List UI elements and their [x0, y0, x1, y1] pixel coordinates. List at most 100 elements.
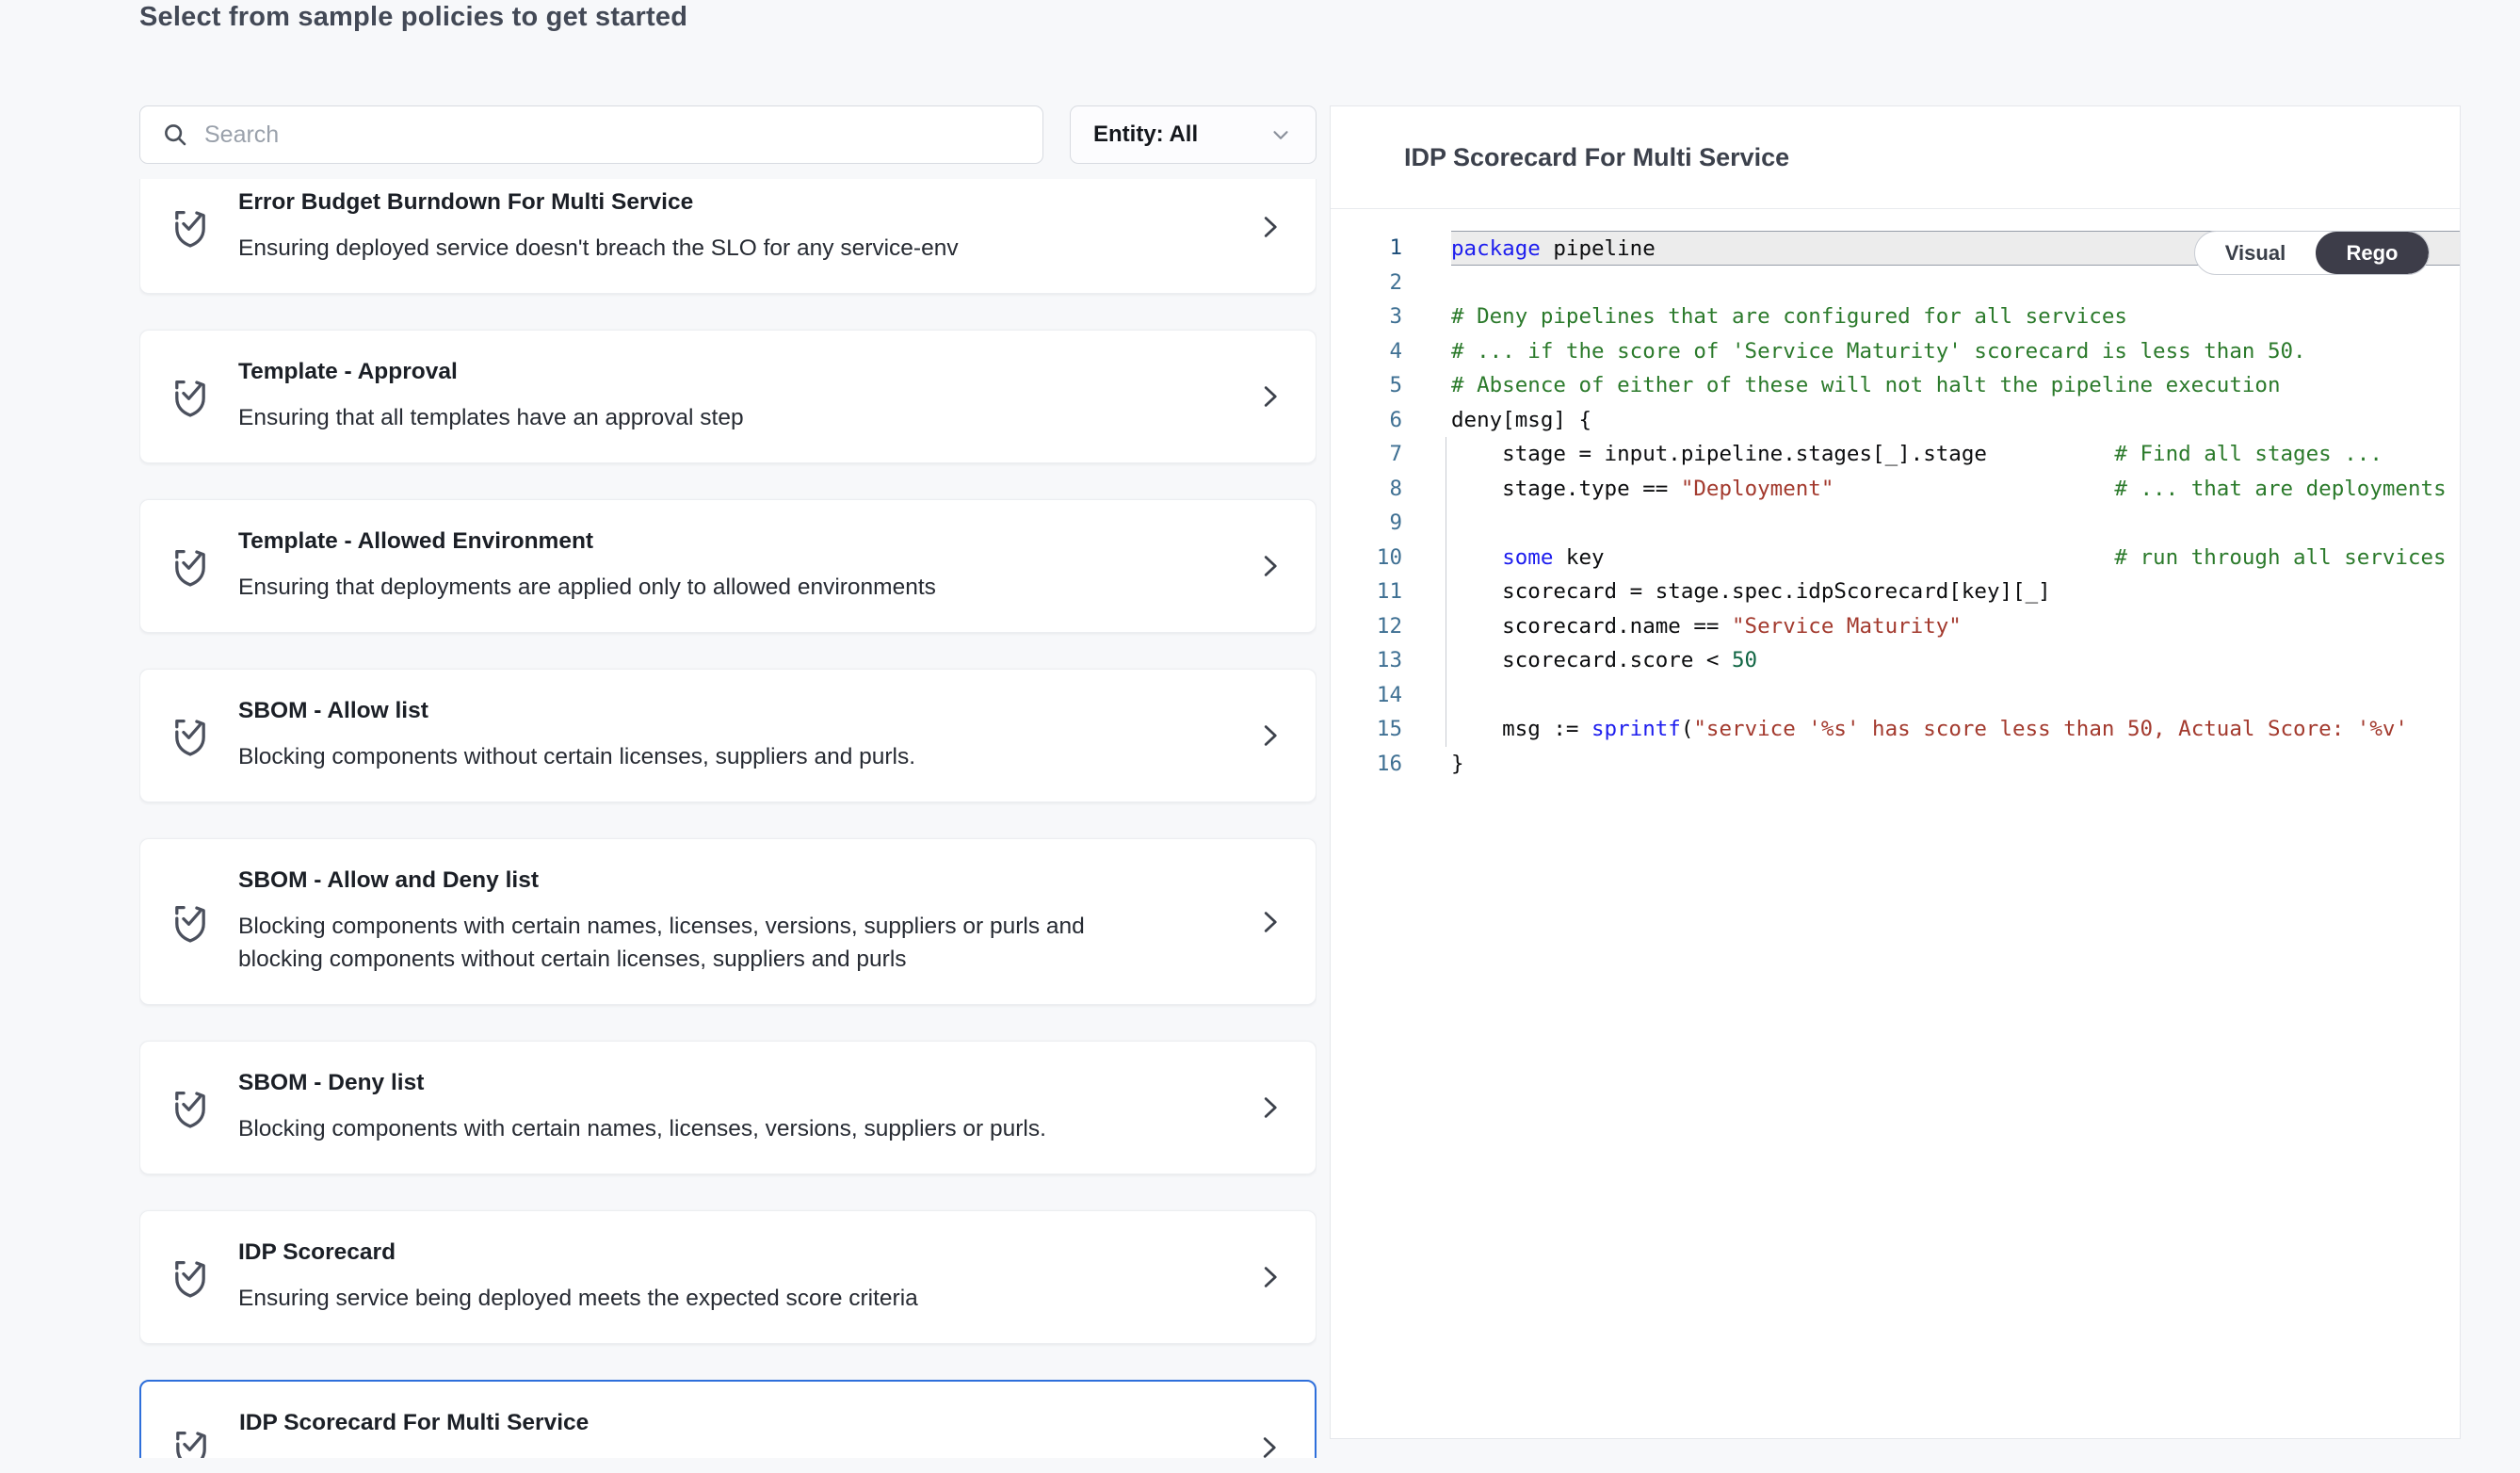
code-line: 10 some key # run through all services — [1331, 541, 2460, 575]
policy-card-text: Error Budget Burndown For Multi Service … — [238, 189, 1225, 265]
code-text: scorecard.score < 50 — [1451, 643, 2460, 678]
chevron-right-icon[interactable] — [1252, 550, 1284, 582]
line-number: 13 — [1331, 643, 1402, 678]
policy-title: IDP Scorecard — [238, 1239, 1225, 1266]
tab-rego[interactable]: Rego — [2316, 232, 2429, 274]
policy-description: Blocking components without certain lice… — [238, 740, 1090, 773]
page-title: Select from sample policies to get start… — [139, 0, 687, 38]
chevron-right-icon[interactable] — [1251, 1432, 1283, 1458]
code-text: # ... if the score of 'Service Maturity'… — [1451, 334, 2460, 369]
policy-card[interactable]: Template - Allowed Environment Ensuring … — [139, 499, 1317, 633]
shield-check-icon — [169, 1251, 212, 1303]
search-icon — [161, 121, 189, 149]
policy-title: Template - Allowed Environment — [238, 528, 1225, 555]
policy-browser: Entity: All Error Budget Burndown For Mu… — [139, 105, 1317, 1458]
policy-description: Blocking components with certain names, … — [238, 1112, 1090, 1145]
shield-check-icon — [169, 1081, 212, 1134]
policy-list: Error Budget Burndown For Multi Service … — [139, 179, 1317, 1458]
entity-filter-label: Entity: All — [1093, 121, 1198, 148]
policy-card-text: Template - Allowed Environment Ensuring … — [238, 528, 1225, 604]
line-number: 4 — [1331, 334, 1402, 369]
policy-title: IDP Scorecard For Multi Service — [239, 1410, 1224, 1436]
chevron-right-icon[interactable] — [1252, 1092, 1284, 1124]
code-line: 6 deny[msg] { — [1331, 403, 2460, 438]
code-line: 15 msg := sprintf("service '%s' has scor… — [1331, 712, 2460, 747]
shield-check-icon — [169, 709, 212, 762]
chevron-right-icon[interactable] — [1252, 1261, 1284, 1293]
line-number: 7 — [1331, 437, 1402, 472]
line-number: 2 — [1331, 266, 1402, 300]
shield-check-icon — [170, 1421, 213, 1458]
policy-card-text: SBOM - Allow list Blocking components wi… — [238, 698, 1225, 773]
policy-title: Error Budget Burndown For Multi Service — [238, 189, 1225, 216]
code-text — [1451, 678, 2460, 713]
policy-card-text: SBOM - Allow and Deny list Blocking comp… — [238, 867, 1225, 976]
code-line: 7 stage = input.pipeline.stages[_].stage… — [1331, 437, 2460, 472]
code-editor: 1package pipeline23# Deny pipelines that… — [1331, 209, 2460, 781]
shield-check-icon — [169, 896, 212, 948]
line-number: 14 — [1331, 678, 1402, 713]
chevron-right-icon[interactable] — [1252, 720, 1284, 752]
policy-detail-title: IDP Scorecard For Multi Service — [1404, 143, 1789, 172]
code-text: } — [1451, 747, 2460, 782]
policy-title: Template - Approval — [238, 359, 1225, 385]
policy-description: Ensuring service being deployed meets th… — [238, 1282, 1090, 1315]
entity-filter-dropdown[interactable]: Entity: All — [1070, 105, 1317, 164]
policy-title: SBOM - Allow and Deny list — [238, 867, 1225, 894]
line-number: 16 — [1331, 747, 1402, 782]
policy-card[interactable]: IDP Scorecard For Multi Service Ensuring… — [139, 1380, 1317, 1458]
policy-description: Ensuring that deployments are applied on… — [238, 571, 1090, 604]
line-number: 15 — [1331, 712, 1402, 747]
code-line: 3# Deny pipelines that are configured fo… — [1331, 299, 2460, 334]
code-text: scorecard.name == "Service Maturity" — [1451, 609, 2460, 644]
line-number: 9 — [1331, 506, 1402, 541]
policy-description: Ensuring that all templates have an appr… — [238, 401, 1090, 434]
code-text: msg := sprintf("service '%s' has score l… — [1451, 712, 2460, 747]
policy-card-text: SBOM - Deny list Blocking components wit… — [238, 1070, 1225, 1145]
policy-card[interactable]: SBOM - Allow list Blocking components wi… — [139, 669, 1317, 802]
chevron-right-icon[interactable] — [1252, 380, 1284, 413]
policy-card[interactable]: IDP Scorecard Ensuring service being dep… — [139, 1210, 1317, 1344]
search-input[interactable] — [204, 121, 1022, 149]
code-text: stage = input.pipeline.stages[_].stage #… — [1451, 437, 2460, 472]
code-text: some key # run through all services — [1451, 541, 2460, 575]
code-text: # Deny pipelines that are configured for… — [1451, 299, 2460, 334]
policy-description: Blocking components with certain names, … — [238, 910, 1090, 976]
policy-description: Ensuring deployed service doesn't breach… — [238, 232, 1090, 265]
shield-check-icon — [169, 540, 212, 592]
code-line: 12 scorecard.name == "Service Maturity" — [1331, 609, 2460, 644]
chevron-down-icon — [1268, 122, 1293, 147]
code-line: 9 — [1331, 506, 2460, 541]
chevron-right-icon[interactable] — [1252, 211, 1284, 243]
policy-detail-panel: IDP Scorecard For Multi Service Visual R… — [1330, 105, 2461, 1439]
code-line: 5 # Absence of either of these will not h… — [1331, 368, 2460, 403]
policy-card-text: Template - Approval Ensuring that all te… — [238, 359, 1225, 434]
code-line: 4 # ... if the score of 'Service Maturity… — [1331, 334, 2460, 369]
line-number: 5 — [1331, 368, 1402, 403]
policy-card[interactable]: Error Budget Burndown For Multi Service … — [139, 179, 1317, 294]
list-controls: Entity: All — [139, 105, 1317, 164]
policy-card[interactable]: SBOM - Deny list Blocking components wit… — [139, 1041, 1317, 1174]
code-text — [1451, 506, 2460, 541]
code-line: 16} — [1331, 747, 2460, 782]
view-toggle[interactable]: Visual Rego — [2194, 231, 2430, 275]
policy-card[interactable]: Template - Approval Ensuring that all te… — [139, 330, 1317, 463]
line-number: 8 — [1331, 472, 1402, 507]
tab-visual[interactable]: Visual — [2195, 232, 2316, 274]
code-text: # Absence of either of these will not ha… — [1451, 368, 2460, 403]
policy-card-text: IDP Scorecard Ensuring service being dep… — [238, 1239, 1225, 1315]
policy-title: SBOM - Allow list — [238, 698, 1225, 724]
code-line: 13 scorecard.score < 50 — [1331, 643, 2460, 678]
code-text: deny[msg] { — [1451, 403, 2460, 438]
line-number: 6 — [1331, 403, 1402, 438]
line-number: 12 — [1331, 609, 1402, 644]
shield-check-icon — [169, 201, 212, 253]
policy-detail-header: IDP Scorecard For Multi Service — [1331, 106, 2460, 209]
policy-card[interactable]: SBOM - Allow and Deny list Blocking comp… — [139, 838, 1317, 1005]
policy-description: Ensuring services being deployed meets t… — [239, 1452, 1091, 1458]
chevron-right-icon[interactable] — [1252, 906, 1284, 938]
code-text: scorecard = stage.spec.idpScorecard[key]… — [1451, 575, 2460, 609]
line-number: 1 — [1331, 231, 1402, 266]
code-line: 8 stage.type == "Deployment" # ... that … — [1331, 472, 2460, 507]
search-box[interactable] — [139, 105, 1043, 164]
